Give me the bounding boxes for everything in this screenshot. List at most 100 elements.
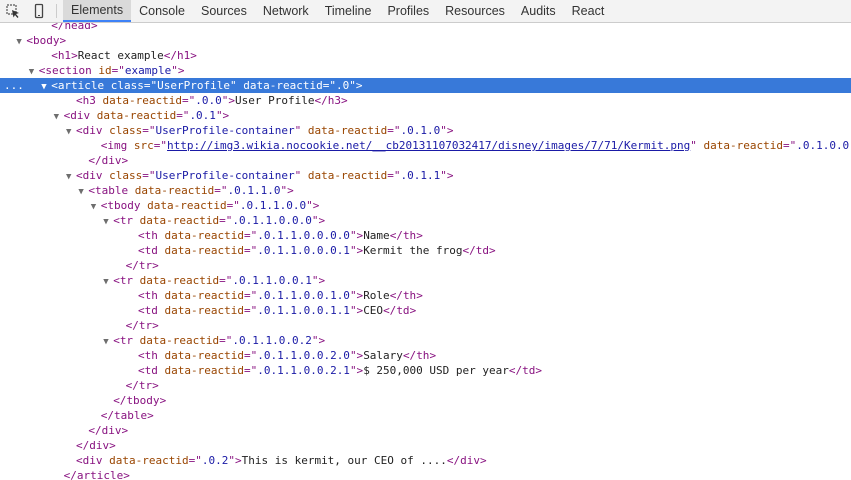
dom-node-row[interactable]: <td data-reactid=".0.1.1.0.0.2.1">$ 250,… <box>0 363 851 378</box>
device-mode-button[interactable] <box>26 0 52 22</box>
tag-token: </ <box>88 424 102 437</box>
dom-node-row[interactable]: <th data-reactid=".0.1.1.0.0.1.0">Role</… <box>0 288 851 303</box>
tag-token: td <box>144 304 158 317</box>
tag-token: </ <box>508 364 523 377</box>
attr-value: .0.0 <box>195 94 222 107</box>
dom-node-row[interactable]: <img src="http://img3.wikia.nocookie.net… <box>0 138 851 153</box>
dom-node-row[interactable]: ▼ <tr data-reactid=".0.1.1.0.0.2"> <box>0 333 851 348</box>
tag-token: < <box>113 214 120 227</box>
dom-node-row[interactable]: ▼ <tr data-reactid=".0.1.1.0.0.1"> <box>0 273 851 288</box>
tag-token: =" <box>153 139 168 152</box>
tag-token: </ <box>125 379 139 392</box>
tab-console[interactable]: Console <box>131 0 193 22</box>
tag-token: table <box>95 184 129 197</box>
dom-node-row[interactable]: <h1>React example</h1> <box>0 48 851 63</box>
dom-node-row[interactable]: ▼ <div data-reactid=".0.1"> <box>0 108 851 123</box>
tag-token: =" <box>243 289 258 302</box>
tag-token: tr <box>138 319 153 332</box>
tag-token: > <box>71 49 78 62</box>
tag-token: > <box>109 439 116 452</box>
attr-name: class <box>104 79 144 92</box>
tab-audits[interactable]: Audits <box>513 0 564 22</box>
dom-node-row[interactable]: </head> <box>0 23 851 33</box>
tag-token: "> <box>311 214 326 227</box>
dom-node-row[interactable]: ▼ <tbody data-reactid=".0.1.1.0.0"> <box>0 198 851 213</box>
attr-name: data-reactid <box>301 124 388 137</box>
attr-name: data-reactid <box>301 169 388 182</box>
dom-node-row[interactable]: </article> <box>0 468 851 480</box>
tag-token: div <box>101 154 122 167</box>
attr-value: .0.1.1.0.0.0 <box>232 214 312 227</box>
tag-token: </ <box>51 23 65 32</box>
tag-token: "> <box>228 454 242 467</box>
attr-value: .0 <box>336 79 350 92</box>
attr-name: data-reactid <box>696 139 783 152</box>
tab-network[interactable]: Network <box>255 0 317 22</box>
tab-timeline[interactable]: Timeline <box>317 0 380 22</box>
attr-value: .0.1.1.0.0.1.1 <box>257 304 350 317</box>
dom-node-row[interactable]: ▼ <section id="example"> <box>0 63 851 78</box>
text-node: $ 250,000 USD per year <box>363 364 509 377</box>
tag-token: =" <box>243 364 258 377</box>
dom-node-row[interactable]: <th data-reactid=".0.1.1.0.0.2.0">Salary… <box>0 348 851 363</box>
dom-node-row-selected[interactable]: ... ▼ <article class="UserProfile" data-re… <box>0 78 851 93</box>
tag-token: < <box>138 364 145 377</box>
dom-node-row[interactable]: ▼ <table data-reactid=".0.1.1.0"> <box>0 183 851 198</box>
dom-node-row[interactable]: </tbody> <box>0 393 851 408</box>
tag-token: > <box>480 454 487 467</box>
dom-node-row[interactable]: </div> <box>0 423 851 438</box>
elements-dom-tree[interactable]: </head> ▼ <body> <h1>React example</h1> ▼ <se… <box>0 23 851 480</box>
tag-token: td <box>396 304 410 317</box>
dom-node-row[interactable]: <div data-reactid=".0.2">This is kermit,… <box>0 453 851 468</box>
tab-profiles[interactable]: Profiles <box>379 0 437 22</box>
tab-elements[interactable]: Elements <box>63 0 132 22</box>
tag-token: div <box>82 454 103 467</box>
dom-node-row[interactable]: ▼ <div class="UserProfile-container" data… <box>0 123 851 138</box>
dom-node-row[interactable]: ▼ <div class="UserProfile-container" data… <box>0 168 851 183</box>
selection-gutter-dots[interactable]: ... <box>4 78 24 93</box>
dom-node-row[interactable]: <td data-reactid=".0.1.1.0.0.1.1">CEO</t… <box>0 303 851 318</box>
tag-token: h3 <box>327 94 341 107</box>
tag-token: =" <box>226 199 240 212</box>
dom-node-row[interactable]: </tr> <box>0 318 851 333</box>
dom-node-row[interactable]: </tr> <box>0 378 851 393</box>
text-node: Salary <box>363 349 403 362</box>
dom-node-row[interactable]: </div> <box>0 438 851 453</box>
inspect-element-button[interactable] <box>0 0 26 22</box>
attr-value: UserProfile-container <box>155 124 295 137</box>
text-node: This is kermit, our CEO of .... <box>241 454 447 467</box>
tag-token: section <box>45 64 92 77</box>
tab-resources[interactable]: Resources <box>437 0 513 22</box>
dom-node-row[interactable]: </table> <box>0 408 851 423</box>
tag-token: > <box>489 244 496 257</box>
tab-sources[interactable]: Sources <box>193 0 255 22</box>
dom-node-row[interactable]: ▼ <tr data-reactid=".0.1.1.0.0.0"> <box>0 213 851 228</box>
attr-name: data-reactid <box>157 364 244 377</box>
dom-node-row[interactable]: <th data-reactid=".0.1.1.0.0.0.0">Name</… <box>0 228 851 243</box>
tag-token: > <box>152 319 159 332</box>
dom-tree-rows: </head> ▼ <body> <h1>React example</h1> ▼ <se… <box>0 23 851 480</box>
tag-token: "> <box>280 184 294 197</box>
dom-node-row[interactable]: <h3 data-reactid=".0.0">User Profile</h3… <box>0 93 851 108</box>
tab-react[interactable]: React <box>564 0 613 22</box>
dom-node-row[interactable]: ▼ <body> <box>0 33 851 48</box>
toolbar-divider <box>56 4 57 18</box>
dom-node-row[interactable]: </tr> <box>0 258 851 273</box>
tag-token: h1 <box>177 49 191 62</box>
attr-value: UserProfile <box>157 79 231 92</box>
attr-value: .0.1.1.0.0.0.1 <box>257 244 350 257</box>
tag-token: > <box>59 34 67 47</box>
text-node: React example <box>77 49 164 62</box>
tag-token: </ <box>100 409 115 422</box>
tag-token: =" <box>219 214 233 227</box>
dom-node-row[interactable]: </div> <box>0 153 851 168</box>
tag-token: =" <box>188 454 202 467</box>
dom-node-row[interactable]: <td data-reactid=".0.1.1.0.0.0.1">Kermit… <box>0 243 851 258</box>
attr-name: data-reactid <box>236 79 323 92</box>
attr-value: .0.1.1.0.0.2.0 <box>257 349 350 362</box>
tag-token: > <box>409 304 417 317</box>
tag-token: </ <box>462 244 476 257</box>
tag-token: </ <box>389 229 403 242</box>
attr-link[interactable]: http://img3.wikia.nocookie.net/__cb20131… <box>167 139 690 152</box>
tag-token: div <box>82 169 103 182</box>
